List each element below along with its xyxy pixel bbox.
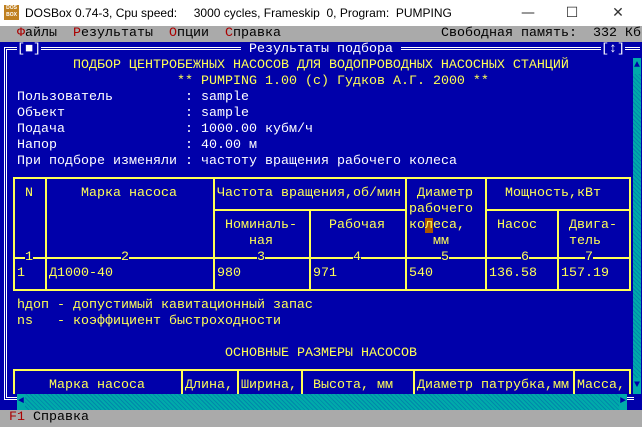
scroll-left-icon[interactable]: ◄ [17, 394, 25, 410]
menu-help[interactable]: Справка [225, 26, 281, 42]
col-number: 5 [441, 250, 449, 266]
col-header-nominal-2: ная [249, 234, 273, 249]
dim-header-length: Длина, [185, 378, 233, 393]
dim-header-nozzle: Диаметр патрубка,мм [417, 378, 569, 393]
info-label: При подборе изменяли [17, 154, 177, 169]
cell-n: 1 [17, 266, 25, 281]
frame-title: Результаты подбора [241, 42, 401, 58]
section-title: ОСНОВНЫЕ РАЗМЕРЫ НАСОСОВ [225, 346, 417, 361]
col-number: 1 [25, 250, 33, 266]
cell-working: 971 [313, 266, 337, 281]
header-title: ПОДБОР ЦЕНТРОБЕЖНЫХ НАСОСОВ ДЛЯ ВОДОПРОВ… [73, 58, 569, 73]
menu-files[interactable]: Файлы [17, 26, 57, 42]
minimize-button[interactable]: — [508, 2, 548, 24]
header-copyright: ** PUMPING 1.00 (c) Гудков А.Г. 2000 ** [177, 74, 489, 89]
info-label: Объект [17, 106, 65, 121]
col-header-frequency: Частота вращения,об/мин [217, 186, 401, 201]
col-header-power: Мощность,кВт [505, 186, 601, 201]
info-label: Пользователь [17, 90, 113, 105]
cell-motor-power: 157.19 [561, 266, 609, 281]
col-header-pump: Насос [497, 218, 537, 233]
col-header-motor: Двига- [569, 218, 617, 233]
vertical-scrollbar[interactable] [633, 58, 641, 394]
dim-header-mark: Марка насоса [49, 378, 145, 393]
free-memory-label: Свободная память: [441, 26, 577, 41]
col-header-mark: Марка насоса [81, 186, 177, 201]
cell-pump-power: 136.58 [489, 266, 537, 281]
dim-header-mass: Масса, [577, 378, 625, 393]
col-number: 6 [521, 250, 529, 266]
menu-results[interactable]: Результаты [73, 26, 153, 42]
col-header-motor-2: тель [569, 234, 601, 249]
col-header-diameter-2: рабочего [409, 202, 473, 217]
dim-header-width: Ширина, [241, 378, 297, 393]
cell-diameter: 540 [409, 266, 433, 281]
status-help[interactable]: F1 Справка [9, 410, 89, 426]
info-value: : sample [185, 106, 249, 121]
info-value: : частоту вращения рабочего колеса [185, 154, 457, 169]
note: ns - коэффициент быстроходности [17, 314, 281, 329]
close-button[interactable]: ✕ [598, 2, 638, 24]
text-cursor: л [425, 218, 433, 233]
col-number: 2 [121, 250, 129, 266]
window-titlebar: DOS BOX DOSBox 0.74-3, Cpu speed: 3000 cy… [0, 0, 642, 26]
info-value: : sample [185, 90, 249, 105]
note: hдоп - допустимый кавитационный запас [17, 298, 313, 313]
frame-corner [630, 47, 640, 50]
frame-close-button[interactable]: [■] [17, 42, 41, 58]
col-header-working: Рабочая [329, 218, 385, 233]
col-header-n: N [25, 186, 33, 201]
horizontal-scrollbar[interactable] [17, 394, 627, 410]
info-label: Напор [17, 138, 57, 153]
dim-header-height: Высота, мм [313, 378, 393, 393]
col-header-diameter-3: колеса, [409, 218, 465, 233]
scroll-down-icon[interactable]: ▼ [633, 378, 641, 394]
cell-nominal: 980 [217, 266, 241, 281]
col-number: 4 [353, 250, 361, 266]
col-header-diameter-4: мм [433, 234, 449, 249]
scroll-right-icon[interactable]: ► [619, 394, 627, 410]
col-number: 7 [585, 250, 593, 266]
frame-zoom-button[interactable]: [↕] [601, 42, 625, 58]
dosbox-icon: DOS BOX [4, 5, 19, 20]
info-label: Подача [17, 122, 65, 137]
menu-options[interactable]: Опции [169, 26, 209, 42]
info-value: : 1000.00 кубм/ч [185, 122, 313, 137]
maximize-button[interactable]: ☐ [552, 2, 592, 24]
window-title: DOSBox 0.74-3, Cpu speed: 3000 cycles, F… [25, 6, 452, 20]
col-header-diameter: Диаметр [417, 186, 473, 201]
status-bar [0, 410, 642, 427]
info-value: : 40.00 м [185, 138, 257, 153]
cell-mark: Д1000-40 [49, 266, 113, 281]
scroll-up-icon[interactable]: ▲ [633, 58, 641, 74]
free-memory-value: 332 Кб [593, 26, 641, 41]
col-number: 3 [257, 250, 265, 266]
col-header-nominal: Номиналь- [225, 218, 297, 233]
